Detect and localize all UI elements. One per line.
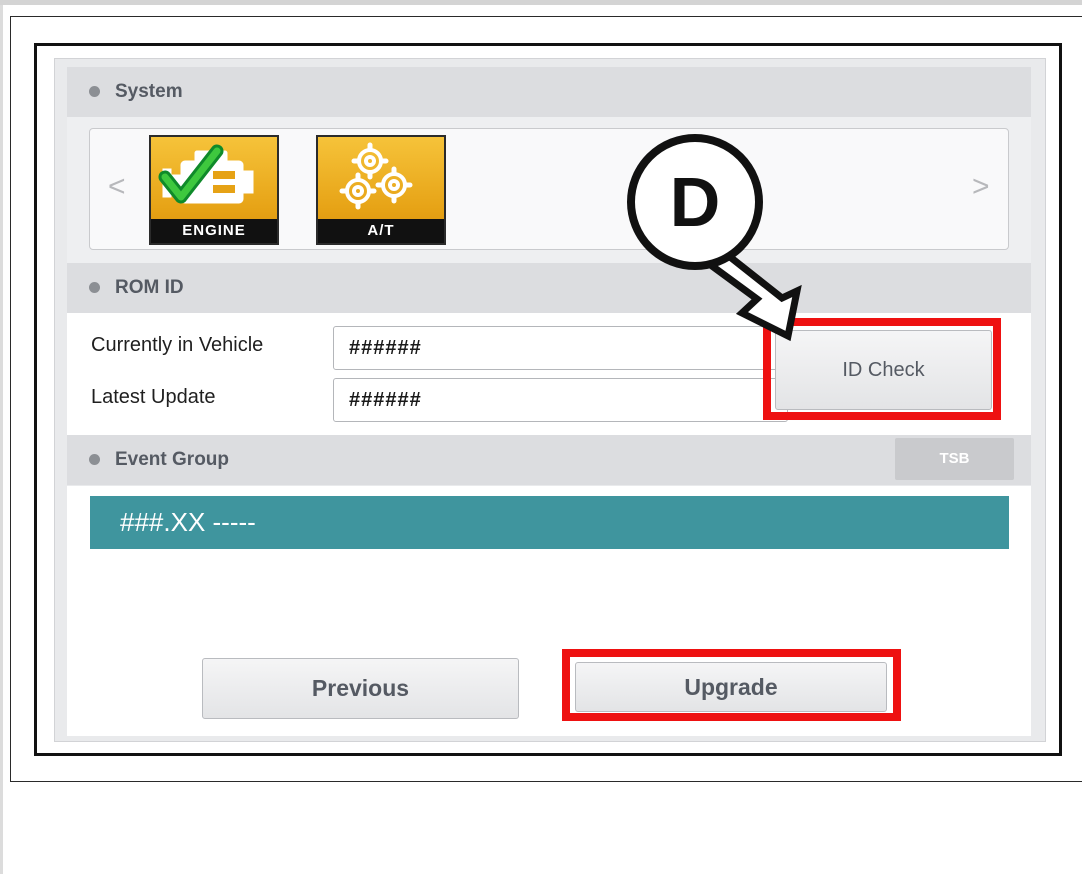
current-version-field: ######	[333, 326, 788, 370]
upgrade-highlight	[562, 649, 901, 721]
module-label-engine: ENGINE	[151, 219, 277, 243]
rom-id-header: ROM ID	[67, 263, 1031, 313]
engine-check-icon	[158, 144, 254, 204]
callout-letter: D	[669, 163, 721, 241]
top-rule	[0, 0, 1082, 5]
module-tile-at[interactable]: A/T	[316, 135, 446, 245]
system-title: System	[115, 81, 183, 102]
latest-version-field: ######	[333, 378, 788, 422]
event-row[interactable]: ###.XX -----	[90, 496, 1009, 549]
rom-id-title: ROM ID	[115, 277, 184, 298]
event-group-title: Event Group	[115, 449, 230, 470]
module-label-at: A/T	[318, 219, 444, 243]
latest-version-label: Latest Update	[91, 386, 216, 408]
chevron-right-icon[interactable]: >	[972, 172, 990, 202]
gears-icon	[339, 142, 413, 210]
bullet-icon	[89, 86, 100, 97]
tsb-button[interactable]: TSB	[895, 438, 1014, 480]
left-rule	[0, 5, 3, 874]
bullet-icon	[89, 454, 100, 465]
current-version-label: Currently in Vehicle	[91, 334, 264, 356]
system-header: System	[67, 67, 1031, 117]
event-group-header: Event Group	[67, 435, 1031, 485]
chevron-left-icon[interactable]: <	[108, 172, 126, 202]
module-tile-engine[interactable]: ENGINE	[149, 135, 279, 245]
previous-button[interactable]: Previous	[202, 658, 519, 719]
bullet-icon	[89, 282, 100, 293]
id-check-highlight	[763, 318, 1001, 420]
